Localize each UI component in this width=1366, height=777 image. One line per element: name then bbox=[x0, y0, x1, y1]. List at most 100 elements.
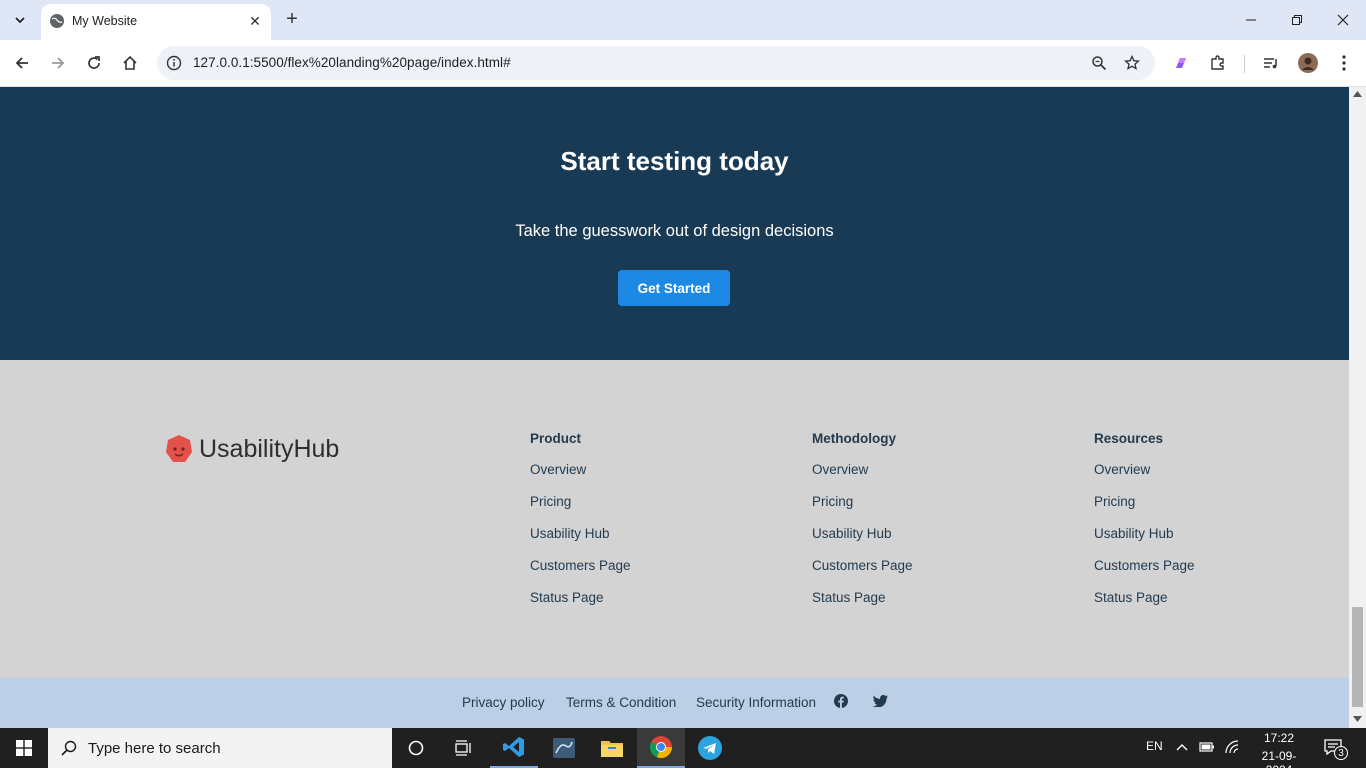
footer-link[interactable]: Customers Page bbox=[1094, 557, 1195, 574]
restore-button[interactable] bbox=[1283, 6, 1311, 34]
footer-link[interactable]: Pricing bbox=[1094, 493, 1195, 510]
scroll-down-arrow-icon[interactable] bbox=[1353, 716, 1362, 722]
task-view-icon bbox=[455, 740, 471, 756]
site-footer: UsabilityHub Product Overview Pricing Us… bbox=[0, 360, 1349, 678]
vscode-icon bbox=[503, 737, 524, 757]
windows-logo-icon bbox=[16, 740, 32, 756]
close-icon bbox=[1337, 14, 1349, 26]
forward-button[interactable] bbox=[47, 52, 69, 74]
cortana-circle-icon bbox=[408, 740, 424, 756]
url-text[interactable]: 127.0.0.1:5500/flex%20landing%20page/ind… bbox=[193, 55, 511, 70]
chrome-icon bbox=[649, 736, 673, 759]
footer-link[interactable]: Customers Page bbox=[530, 557, 631, 574]
footer-link[interactable]: Usability Hub bbox=[530, 525, 631, 542]
search-icon bbox=[61, 740, 77, 756]
minimize-button[interactable] bbox=[1237, 6, 1265, 34]
cortana-button[interactable] bbox=[392, 728, 440, 768]
extension-button[interactable] bbox=[1170, 52, 1192, 74]
tab-search-button[interactable] bbox=[8, 8, 32, 32]
page-scrollbar[interactable] bbox=[1349, 87, 1366, 728]
cta-section: Start testing today Take the guesswork o… bbox=[0, 87, 1349, 360]
reload-icon bbox=[88, 56, 100, 69]
clock-time[interactable]: 17:22 bbox=[1260, 731, 1298, 745]
security-information-link[interactable]: Security Information bbox=[696, 695, 816, 710]
browser-toolbar: 127.0.0.1:5500/flex%20landing%20page/ind… bbox=[0, 40, 1366, 87]
arrow-right-icon bbox=[52, 57, 65, 69]
privacy-policy-link[interactable]: Privacy policy bbox=[462, 695, 545, 710]
telegram-icon bbox=[698, 736, 722, 760]
facebook-icon[interactable] bbox=[834, 694, 848, 708]
logo-icon bbox=[166, 435, 192, 462]
taskbar-search-box[interactable]: Type here to search bbox=[48, 728, 392, 768]
footer-link[interactable]: Pricing bbox=[530, 493, 631, 510]
footer-link[interactable]: Usability Hub bbox=[812, 525, 913, 542]
footer-link[interactable]: Usability Hub bbox=[1094, 525, 1195, 542]
footer-link[interactable]: Status Page bbox=[1094, 589, 1195, 606]
new-tab-button[interactable]: + bbox=[281, 8, 303, 30]
plus-icon: + bbox=[286, 7, 298, 30]
home-button[interactable] bbox=[119, 52, 141, 74]
toolbar-divider bbox=[1244, 55, 1245, 73]
footer-column-resources: Resources Overview Pricing Usability Hub… bbox=[1094, 431, 1195, 621]
wifi-icon[interactable] bbox=[1224, 740, 1240, 754]
clock-date[interactable]: 21-09-2024 bbox=[1249, 749, 1309, 777]
column-title: Product bbox=[530, 431, 582, 446]
logo-text: UsabilityHub bbox=[199, 434, 340, 463]
scroll-thumb[interactable] bbox=[1352, 607, 1363, 707]
extension-logo-icon bbox=[1176, 58, 1186, 68]
folder-icon bbox=[601, 741, 623, 757]
task-view-button[interactable] bbox=[440, 728, 488, 768]
browser-menu-button[interactable] bbox=[1333, 52, 1355, 74]
footer-link[interactable]: Overview bbox=[812, 461, 913, 478]
footer-link[interactable]: Status Page bbox=[812, 589, 913, 606]
globe-icon bbox=[50, 14, 64, 28]
search-placeholder: Type here to search bbox=[88, 740, 221, 757]
avatar bbox=[1298, 53, 1318, 73]
footer-link[interactable]: Status Page bbox=[530, 589, 631, 606]
workbench-icon bbox=[553, 738, 575, 758]
profile-button[interactable] bbox=[1297, 52, 1319, 74]
start-button[interactable] bbox=[0, 728, 48, 768]
chrome-taskbar-button[interactable] bbox=[637, 728, 685, 768]
footer-link[interactable]: Overview bbox=[530, 461, 631, 478]
terms-link[interactable]: Terms & Condition bbox=[566, 695, 676, 710]
close-tab-button[interactable]: ✕ bbox=[246, 12, 264, 30]
browser-tab[interactable]: My Website ✕ bbox=[41, 4, 271, 40]
telegram-taskbar-button[interactable] bbox=[686, 728, 734, 768]
close-window-button[interactable] bbox=[1329, 6, 1357, 34]
back-button[interactable] bbox=[11, 52, 33, 74]
address-bar[interactable]: 127.0.0.1:5500/flex%20landing%20page/ind… bbox=[157, 46, 1155, 80]
footer-column-methodology: Methodology Overview Pricing Usability H… bbox=[812, 431, 913, 621]
footer-bottom-bar: Privacy policy Terms & Condition Securit… bbox=[0, 678, 1349, 728]
star-icon[interactable] bbox=[1124, 55, 1140, 71]
more-vert-icon bbox=[1342, 55, 1346, 71]
file-explorer-taskbar-button[interactable] bbox=[588, 728, 636, 768]
footer-link[interactable]: Overview bbox=[1094, 461, 1195, 478]
reload-button[interactable] bbox=[83, 52, 105, 74]
browser-tab-bar: My Website ✕ + bbox=[0, 0, 1366, 40]
extensions-menu-button[interactable] bbox=[1207, 52, 1229, 74]
footer-column-product: Product Overview Pricing Usability Hub C… bbox=[530, 431, 631, 621]
footer-link[interactable]: Pricing bbox=[812, 493, 913, 510]
twitter-icon[interactable] bbox=[873, 695, 888, 707]
usabilityhub-logo[interactable]: UsabilityHub bbox=[165, 432, 339, 466]
puzzle-icon bbox=[1211, 55, 1224, 70]
site-info-icon[interactable] bbox=[166, 55, 182, 71]
home-icon bbox=[123, 55, 137, 70]
notification-center-button[interactable]: 3 bbox=[1320, 736, 1350, 762]
tab-title: My Website bbox=[72, 14, 138, 28]
arrow-left-icon bbox=[15, 57, 28, 69]
language-indicator[interactable]: EN bbox=[1146, 739, 1163, 753]
chevron-up-icon[interactable] bbox=[1176, 743, 1188, 751]
media-controls-button[interactable] bbox=[1260, 52, 1282, 74]
zoom-icon[interactable] bbox=[1091, 55, 1107, 71]
mysql-workbench-taskbar-button[interactable] bbox=[540, 728, 588, 768]
footer-link[interactable]: Customers Page bbox=[812, 557, 913, 574]
get-started-button[interactable]: Get Started bbox=[618, 270, 730, 306]
scroll-up-arrow-icon[interactable] bbox=[1353, 91, 1362, 97]
windows-taskbar: Type here to search EN 17:22 21-09-2024 … bbox=[0, 728, 1366, 777]
vscode-taskbar-button[interactable] bbox=[490, 728, 538, 768]
cta-subtitle: Take the guesswork out of design decisio… bbox=[515, 222, 834, 240]
battery-icon[interactable] bbox=[1199, 741, 1215, 753]
restore-icon bbox=[1292, 15, 1302, 25]
